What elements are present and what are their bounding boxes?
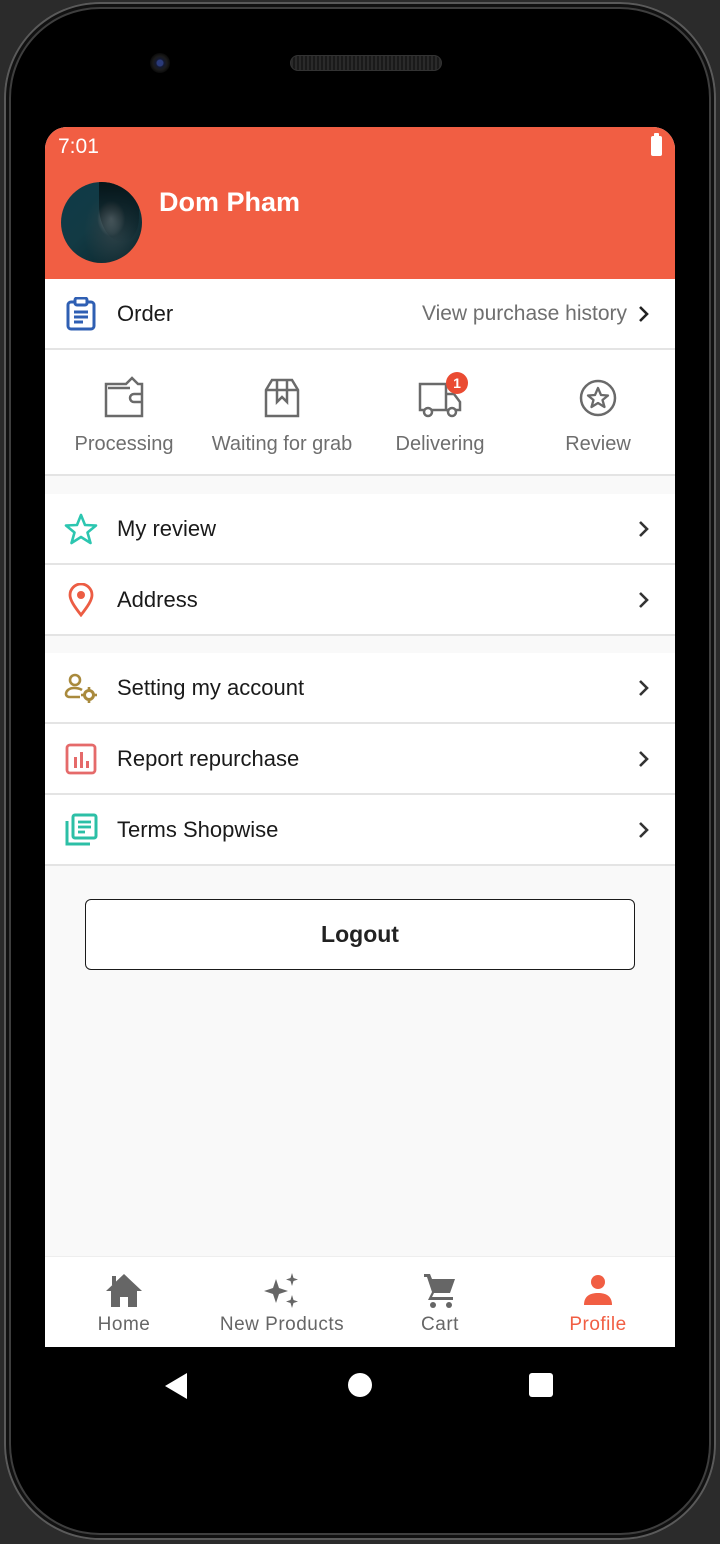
cart-icon xyxy=(424,1274,455,1308)
view-purchase-history-link[interactable]: View purchase history xyxy=(422,302,627,326)
menu-item-label: Report repurchase xyxy=(117,745,300,771)
location-pin-icon xyxy=(63,582,99,618)
menu-item-report-repurchase[interactable]: Report repurchase xyxy=(45,724,675,795)
logout-button[interactable]: Logout xyxy=(85,899,635,970)
wallet-icon xyxy=(104,376,144,418)
status-label: Delivering xyxy=(395,433,485,455)
avatar-photo xyxy=(99,182,139,242)
chevron-right-icon xyxy=(639,821,649,838)
menu-item-label: My review xyxy=(117,515,217,541)
nav-label: Profile xyxy=(569,1314,627,1335)
recent-apps-icon[interactable] xyxy=(529,1373,553,1397)
status-waiting-for-grab[interactable]: Waiting for grab xyxy=(203,350,361,474)
status-processing[interactable]: Processing xyxy=(45,350,203,474)
nav-tab-home[interactable]: Home xyxy=(45,1257,203,1347)
status-label: Review xyxy=(565,433,631,455)
nav-tab-new-products[interactable]: New Products xyxy=(203,1257,361,1347)
delivering-count-badge: 1 xyxy=(446,372,468,394)
avatar[interactable] xyxy=(61,182,142,263)
menu-item-label: Terms Shopwise xyxy=(117,816,279,842)
sparkles-icon xyxy=(264,1273,298,1308)
nav-tab-profile[interactable]: Profile xyxy=(519,1257,675,1347)
chevron-right-icon xyxy=(639,305,649,322)
order-status-strip: Processing Waiting for grab 1 Delivering… xyxy=(45,350,675,476)
user-name: Dom Pham xyxy=(159,187,301,217)
menu-item-setting-my-account[interactable]: Setting my account xyxy=(45,653,675,724)
star-circle-icon xyxy=(579,379,617,417)
menu-item-address[interactable]: Address xyxy=(45,565,675,636)
nav-label: Cart xyxy=(421,1314,459,1335)
nav-label: New Products xyxy=(219,1314,345,1335)
back-icon[interactable] xyxy=(165,1373,187,1399)
menu-item-label: Setting my account xyxy=(117,674,305,700)
clipboard-list-icon xyxy=(63,296,99,332)
menu-item-label: Address xyxy=(117,586,198,612)
order-row[interactable]: Order View purchase history xyxy=(45,279,675,350)
order-label: Order xyxy=(117,300,174,326)
chevron-right-icon xyxy=(639,679,649,696)
chevron-right-icon xyxy=(639,520,649,537)
bottom-navigation: Home New Products Cart Profile xyxy=(45,1256,675,1347)
nav-tab-cart[interactable]: Cart xyxy=(361,1257,519,1347)
app-screen: 7:01 Dom Pham Order View purchase histor… xyxy=(45,127,675,1347)
chevron-right-icon xyxy=(639,591,649,608)
front-camera xyxy=(150,53,170,73)
profile-header: 7:01 Dom Pham xyxy=(45,127,675,279)
package-box-icon xyxy=(264,378,300,418)
battery-full-icon xyxy=(651,133,662,156)
menu-item-terms-shopwise[interactable]: Terms Shopwise xyxy=(45,795,675,866)
bar-chart-icon xyxy=(63,741,99,777)
home-circle-icon[interactable] xyxy=(348,1373,372,1397)
status-label: Waiting for grab xyxy=(211,433,353,455)
system-navigation-bar xyxy=(45,1347,675,1427)
status-label: Processing xyxy=(74,433,174,455)
status-delivering[interactable]: 1 Delivering xyxy=(361,350,519,474)
chevron-right-icon xyxy=(639,750,649,767)
user-settings-icon xyxy=(63,670,99,706)
status-review[interactable]: Review xyxy=(519,350,675,474)
person-icon xyxy=(584,1275,612,1305)
document-stack-icon xyxy=(63,812,99,848)
earpiece-speaker xyxy=(290,55,442,71)
home-icon xyxy=(106,1274,142,1307)
status-time: 7:01 xyxy=(58,135,99,158)
nav-label: Home xyxy=(97,1314,151,1335)
star-outline-icon xyxy=(63,511,99,547)
menu-item-my-review[interactable]: My review xyxy=(45,494,675,565)
